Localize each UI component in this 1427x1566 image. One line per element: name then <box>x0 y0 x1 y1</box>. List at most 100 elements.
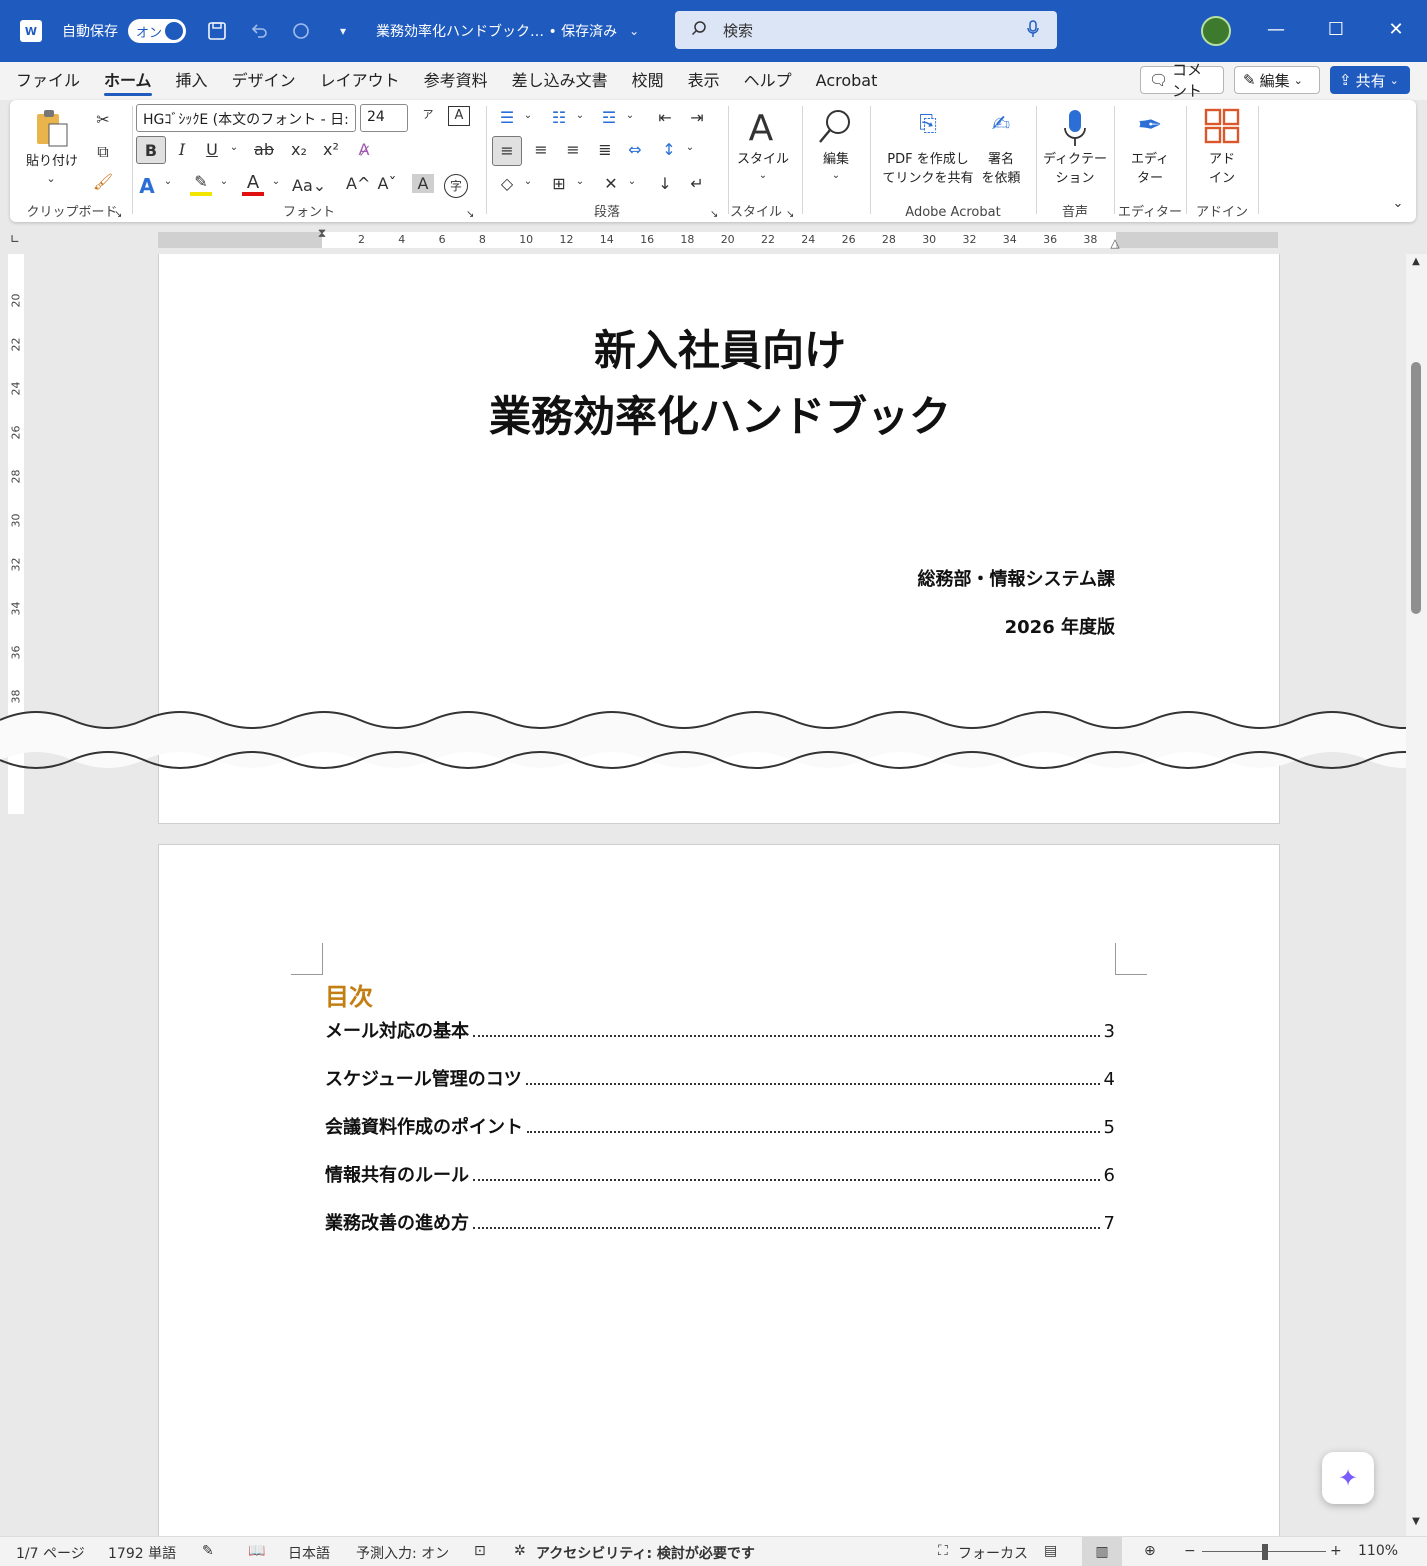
distributed-icon[interactable]: ⇔ <box>624 140 646 159</box>
tab-selector-icon[interactable]: ∟ <box>8 232 22 246</box>
dialog-launcher-icon[interactable]: ↘ <box>114 209 122 220</box>
numbering-icon[interactable]: ☷ <box>548 108 570 127</box>
copilot-button[interactable]: ✦ <box>1322 1452 1374 1504</box>
editing-button[interactable]: 編集 <box>804 150 868 169</box>
toc-entry[interactable]: メール対応の基本 3 <box>325 1017 1115 1043</box>
undo-icon[interactable] <box>248 20 270 42</box>
page-2[interactable]: 目次 メール対応の基本 3 スケジュール管理のコツ 4 会議資料作成のポイント … <box>158 844 1280 1536</box>
redo-icon[interactable] <box>290 20 312 42</box>
chevron-down-icon[interactable]: ⌄ <box>624 110 636 121</box>
grow-font-icon[interactable]: A^ <box>346 174 370 193</box>
web-layout-icon[interactable]: ⊕ <box>1144 1543 1156 1559</box>
pdf-share-icon[interactable]: ⎘ <box>914 112 942 137</box>
print-layout-icon[interactable]: ▥ <box>1082 1537 1122 1566</box>
align-center-icon[interactable]: ≡ <box>530 140 552 159</box>
chevron-down-icon[interactable]: ⌄ <box>270 176 282 187</box>
strikethrough-icon[interactable]: ab <box>252 140 276 159</box>
chevron-down-icon[interactable]: ⌄ <box>162 176 174 187</box>
subscript-icon[interactable]: x₂ <box>288 140 310 159</box>
change-case-icon[interactable]: Aa⌄ <box>292 176 326 195</box>
autosave-toggle[interactable]: オン <box>128 19 186 43</box>
tab-file[interactable]: ファイル <box>4 62 92 100</box>
addins-button[interactable]: アド イン <box>1188 150 1256 188</box>
tab-insert[interactable]: 挿入 <box>164 62 220 100</box>
scroll-down-icon[interactable]: ▼ <box>1410 1516 1422 1527</box>
focus-icon[interactable]: ⛶ <box>938 1543 948 1559</box>
minimize-button[interactable]: — <box>1264 18 1288 42</box>
enclose-characters-icon[interactable]: 字 <box>444 174 468 198</box>
tab-references[interactable]: 参考資料 <box>412 62 500 100</box>
tab-design[interactable]: デザイン <box>220 62 308 100</box>
focus-mode[interactable]: フォーカス <box>958 1543 1028 1563</box>
macro-icon[interactable]: ⊡ <box>474 1543 486 1559</box>
document-title[interactable]: 業務効率化ハンドブック… • 保存済み <box>376 21 617 41</box>
book-icon[interactable]: 📖 <box>248 1543 265 1559</box>
cut-icon[interactable]: ✂ <box>92 110 114 129</box>
align-right-icon[interactable]: ≡ <box>562 140 584 159</box>
styles-icon[interactable]: A <box>740 108 782 150</box>
toc-entry[interactable]: 業務改善の進め方 7 <box>325 1209 1115 1235</box>
show-marks-icon[interactable]: ↵ <box>686 174 708 193</box>
text-effects-icon[interactable]: A <box>136 174 158 198</box>
page-count[interactable]: 1/7 ページ <box>16 1543 85 1563</box>
scrollbar-thumb[interactable] <box>1411 362 1421 614</box>
zoom-out-icon[interactable]: − <box>1184 1543 1196 1559</box>
styles-button[interactable]: スタイル <box>730 150 796 169</box>
shrink-font-icon[interactable]: Aˇ <box>376 174 398 193</box>
toc-entry[interactable]: スケジュール管理のコツ 4 <box>325 1065 1115 1091</box>
decrease-indent-icon[interactable]: ⇤ <box>654 108 676 127</box>
vertical-scrollbar[interactable]: ▲ ▼ <box>1406 254 1427 1536</box>
borders-icon[interactable]: ⊞ <box>548 174 570 193</box>
addins-icon[interactable] <box>1202 108 1242 148</box>
bullets-icon[interactable]: ☰ <box>496 108 518 127</box>
request-signature-button[interactable]: 署名 を依頼 <box>976 150 1026 188</box>
copy-icon[interactable]: ⧉ <box>92 142 114 162</box>
chevron-down-icon[interactable]: ⌄ <box>574 176 586 187</box>
language[interactable]: 日本語 <box>288 1543 330 1563</box>
save-icon[interactable] <box>206 20 228 42</box>
highlight-icon[interactable]: ✎ <box>190 172 212 196</box>
proofing-icon[interactable]: ✎ <box>202 1543 214 1559</box>
multilevel-list-icon[interactable]: ☲ <box>598 108 620 127</box>
dictate-icon[interactable] <box>1062 108 1088 152</box>
search-box[interactable]: 検索 <box>675 11 1057 49</box>
share-button[interactable]: ⇪ 共有 ⌄ <box>1330 66 1410 94</box>
horizontal-ruler[interactable]: ∟ 2 4 6 8 10 12 14 16 18 20 22 24 26 28 30 32 34 36 38 ⧗ △ <box>0 226 1427 254</box>
chevron-down-icon[interactable]: ⌄ <box>218 176 230 187</box>
paste-icon[interactable] <box>32 108 72 148</box>
chevron-down-icon[interactable]: ⌄ <box>623 20 645 42</box>
justify-icon[interactable]: ≣ <box>594 140 616 159</box>
chevron-down-icon[interactable]: ⌄ <box>574 110 586 121</box>
format-painter-icon[interactable]: 🖌 <box>92 172 114 191</box>
signature-icon[interactable]: ✍ <box>984 112 1018 137</box>
align-left-icon[interactable]: ≡ <box>492 136 522 166</box>
chevron-down-icon[interactable]: ⌄ <box>684 142 696 153</box>
accessibility-icon[interactable]: ✲ <box>514 1543 526 1559</box>
toc-entry[interactable]: 情報共有のルール 6 <box>325 1161 1115 1187</box>
tab-home[interactable]: ホーム <box>92 62 164 100</box>
shading-icon[interactable]: ◇ <box>496 174 518 193</box>
asian-layout-icon[interactable]: ✕ <box>600 174 622 193</box>
dialog-launcher-icon[interactable]: ↘ <box>466 209 474 220</box>
close-button[interactable]: ✕ <box>1384 18 1408 42</box>
phonetic-guide-icon[interactable]: ア <box>418 106 438 122</box>
tab-review[interactable]: 校閲 <box>620 62 676 100</box>
indent-marker-icon[interactable]: ⧗ <box>315 226 329 241</box>
word-count[interactable]: 1792 単語 <box>108 1543 176 1563</box>
page-1[interactable]: 新入社員向け 業務効率化ハンドブック 総務部・情報システム課 2026 年度版 <box>158 254 1280 824</box>
chevron-down-icon[interactable]: ⌄ <box>829 170 843 181</box>
tab-acrobat[interactable]: Acrobat <box>804 62 890 100</box>
italic-icon[interactable]: I <box>172 140 192 159</box>
bold-icon[interactable]: B <box>136 136 166 164</box>
edit-mode-button[interactable]: ✎ 編集 ⌄ <box>1234 66 1320 94</box>
editor-icon[interactable]: ✒ <box>1130 108 1170 143</box>
font-color-icon[interactable]: A <box>242 172 264 196</box>
zoom-in-icon[interactable]: + <box>1330 1543 1342 1559</box>
clear-formatting-icon[interactable]: A̷ <box>352 140 376 159</box>
vertical-ruler[interactable]: 20 22 24 26 28 30 32 34 36 38 <box>0 254 32 814</box>
user-avatar[interactable] <box>1201 16 1231 46</box>
editor-button[interactable]: エディ ター <box>1116 150 1184 188</box>
font-name-select[interactable]: HGｺﾞｼｯｸE (本文のフォント - 日: <box>136 104 356 132</box>
document-canvas[interactable]: 新入社員向け 業務効率化ハンドブック 総務部・情報システム課 2026 年度版 … <box>32 254 1406 1536</box>
superscript-icon[interactable]: x² <box>320 140 342 159</box>
